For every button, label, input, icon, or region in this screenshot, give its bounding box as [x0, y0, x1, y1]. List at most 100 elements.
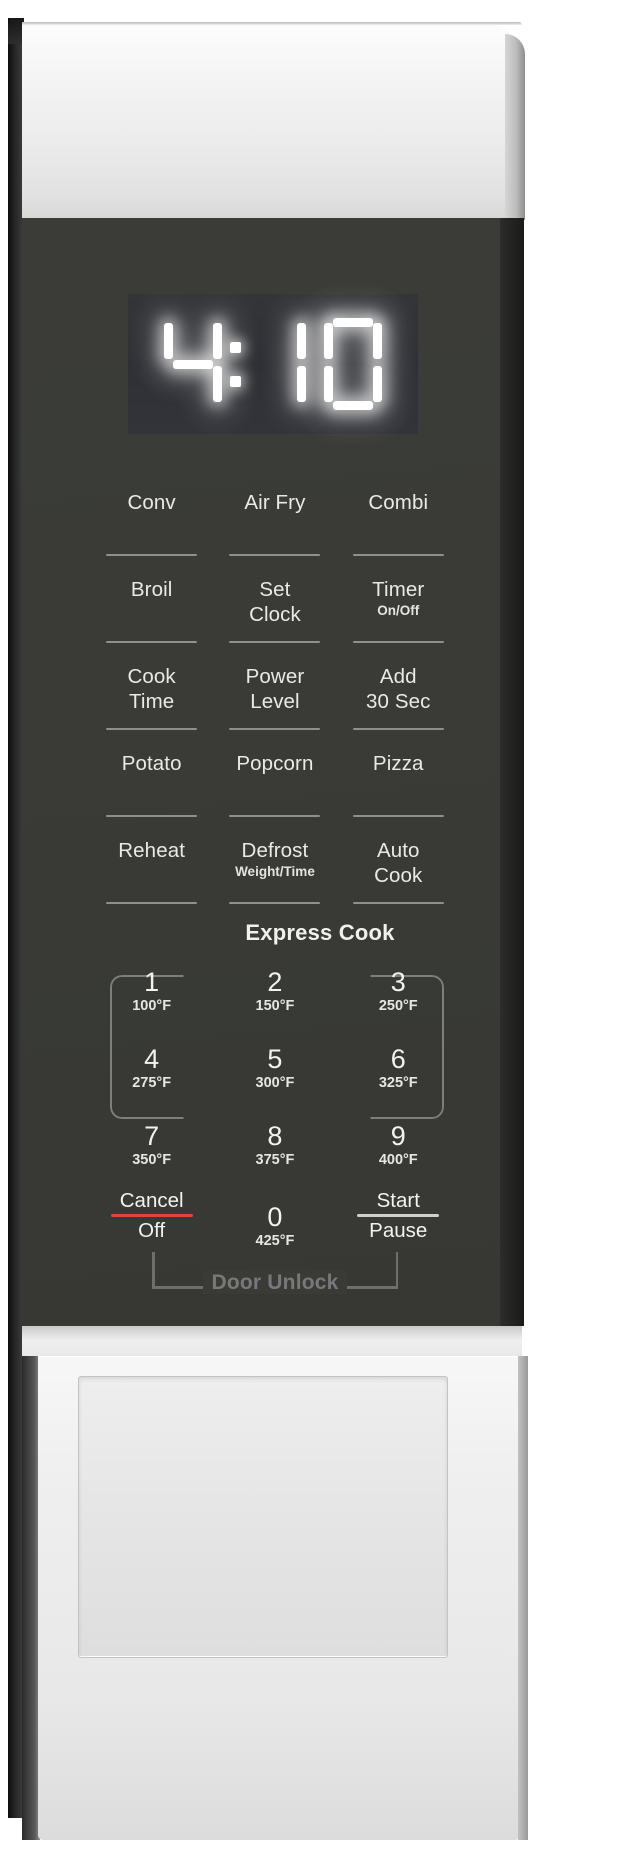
- led-digit-0: [164, 318, 222, 410]
- function-button-label: Pizza: [372, 752, 424, 775]
- express-cook-heading: Express Cook: [245, 920, 395, 945]
- function-button-broil[interactable]: Broil: [90, 567, 213, 654]
- function-button-power-level[interactable]: Power Level: [213, 654, 336, 741]
- function-button-label: Auto Cook: [374, 839, 423, 887]
- start-pause-button[interactable]: Start Pause: [337, 1188, 460, 1250]
- keypad-key-8[interactable]: 8 375°F: [213, 1116, 336, 1193]
- function-button-potato[interactable]: Potato: [90, 741, 213, 828]
- keypad-key-4[interactable]: 4 275°F: [90, 1039, 213, 1116]
- led-digit-3: [324, 318, 382, 410]
- handle-panel-right-edge: [518, 1356, 528, 1840]
- function-button-auto-cook[interactable]: Auto Cook: [337, 828, 460, 915]
- keypad-number: 8: [267, 1121, 283, 1151]
- keypad-number: 7: [144, 1121, 160, 1151]
- function-button-conv[interactable]: Conv: [90, 480, 213, 567]
- led-display: [128, 294, 418, 434]
- function-button-label: Add 30 Sec: [366, 665, 431, 713]
- keypad-temperature: 300°F: [255, 1075, 295, 1091]
- keypad-key-2[interactable]: 2 150°F: [213, 962, 336, 1039]
- cancel-label: Cancel: [119, 1189, 184, 1212]
- led-digit-2: [248, 318, 306, 410]
- zero-key[interactable]: 0 425°F: [213, 1188, 336, 1250]
- function-button-divider: [352, 814, 444, 817]
- function-button-divider: [352, 640, 444, 643]
- function-button-popcorn[interactable]: Popcorn: [213, 741, 336, 828]
- led-segment-b: [213, 323, 222, 359]
- function-button-divider: [352, 553, 444, 556]
- led-segment-b: [297, 323, 306, 359]
- led-segment-f: [324, 323, 333, 359]
- function-button-sublabel: Weight/Time: [235, 864, 315, 879]
- function-button-row: Cook Time Power Level Add 30 Sec: [90, 654, 460, 741]
- keypad-number: 3: [390, 967, 406, 997]
- action-button-row: Cancel Off 0 425°F Start Pause: [90, 1188, 460, 1250]
- function-button-divider: [106, 640, 197, 643]
- function-button-divider: [229, 640, 321, 643]
- zero-number: 0: [267, 1202, 283, 1232]
- keypad-key-6[interactable]: 6 325°F: [337, 1039, 460, 1116]
- function-button-label: Set Clock: [249, 578, 301, 626]
- keypad-temperature: 325°F: [378, 1075, 418, 1091]
- function-button-air-fry[interactable]: Air Fry: [213, 480, 336, 567]
- keypad-number: 4: [144, 1044, 160, 1074]
- led-segment-g: [173, 360, 213, 369]
- led-colon: [224, 318, 246, 410]
- door-handle-recess[interactable]: [78, 1376, 448, 1658]
- zero-temperature: 425°F: [255, 1233, 295, 1249]
- numeric-keypad: 1 100°F 2 150°F 3 250°F 4 275°F 5 300°F 6 325°F 7 350…: [90, 962, 460, 1193]
- keypad-key-5[interactable]: 5 300°F: [213, 1039, 336, 1116]
- keypad-row: 1 100°F 2 150°F 3 250°F: [90, 962, 460, 1039]
- function-button-label: Power Level: [245, 665, 305, 713]
- keypad-key-1[interactable]: 1 100°F: [90, 962, 213, 1039]
- function-button-row: Reheat Defrost Weight/Time Auto Cook: [90, 828, 460, 915]
- led-segment-c: [213, 366, 222, 402]
- keypad-temperature: 375°F: [255, 1152, 295, 1168]
- keypad-row: 7 350°F 8 375°F 9 400°F: [90, 1116, 460, 1193]
- keypad-number: 9: [390, 1121, 406, 1151]
- top-trim-right-edge: [505, 34, 525, 220]
- led-display-value: [128, 294, 418, 434]
- function-button-label: Popcorn: [236, 752, 314, 775]
- function-button-row: Broil Set Clock Timer On/Off: [90, 567, 460, 654]
- microwave-control-panel: Conv Air Fry Combi Broil Set Clock Timer On/Off…: [0, 0, 640, 1853]
- function-button-add-30-sec[interactable]: Add 30 Sec: [337, 654, 460, 741]
- cancel-divider-red: [110, 1214, 193, 1217]
- led-segment-d: [333, 401, 373, 410]
- function-button-label: Defrost: [241, 839, 309, 862]
- function-button-divider: [229, 814, 321, 817]
- function-button-set-clock[interactable]: Set Clock: [213, 567, 336, 654]
- door-unlock-label: Door Unlock: [203, 1271, 347, 1294]
- keypad-temperature: 150°F: [255, 998, 295, 1014]
- function-button-label: Broil: [130, 578, 173, 601]
- keypad-temperature: 350°F: [132, 1152, 172, 1168]
- pause-label: Pause: [369, 1219, 428, 1242]
- keypad-temperature: 400°F: [378, 1152, 418, 1168]
- keypad-key-3[interactable]: 3 250°F: [337, 962, 460, 1039]
- function-button-pizza[interactable]: Pizza: [337, 741, 460, 828]
- function-button-defrost[interactable]: Defrost Weight/Time: [213, 828, 336, 915]
- led-segment-b: [373, 323, 382, 359]
- keypad-number: 5: [267, 1044, 283, 1074]
- cancel-off-button[interactable]: Cancel Off: [90, 1188, 213, 1250]
- function-button-divider: [106, 901, 197, 904]
- keypad-number: 6: [390, 1044, 406, 1074]
- function-button-label: Cook Time: [127, 665, 176, 713]
- function-button-reheat[interactable]: Reheat: [90, 828, 213, 915]
- led-segment-f: [164, 323, 173, 359]
- keypad-key-7[interactable]: 7 350°F: [90, 1116, 213, 1193]
- function-button-label: Potato: [121, 752, 182, 775]
- keypad-row: 4 275°F 5 300°F 6 325°F: [90, 1039, 460, 1116]
- function-button-combi[interactable]: Combi: [337, 480, 460, 567]
- function-button-label: Timer: [372, 578, 425, 601]
- chassis-left-edge: [8, 18, 22, 1818]
- function-button-cook-time[interactable]: Cook Time: [90, 654, 213, 741]
- function-button-divider: [106, 727, 197, 730]
- function-button-label: Reheat: [118, 839, 185, 862]
- control-face-right-edge: [500, 218, 524, 1326]
- function-button-divider: [106, 553, 197, 556]
- function-button-timer[interactable]: Timer On/Off: [337, 567, 460, 654]
- keypad-temperature: 275°F: [132, 1075, 172, 1091]
- door-unlock-label-wrap: Door Unlock: [90, 1271, 460, 1295]
- keypad-key-9[interactable]: 9 400°F: [337, 1116, 460, 1193]
- start-label: Start: [376, 1189, 420, 1212]
